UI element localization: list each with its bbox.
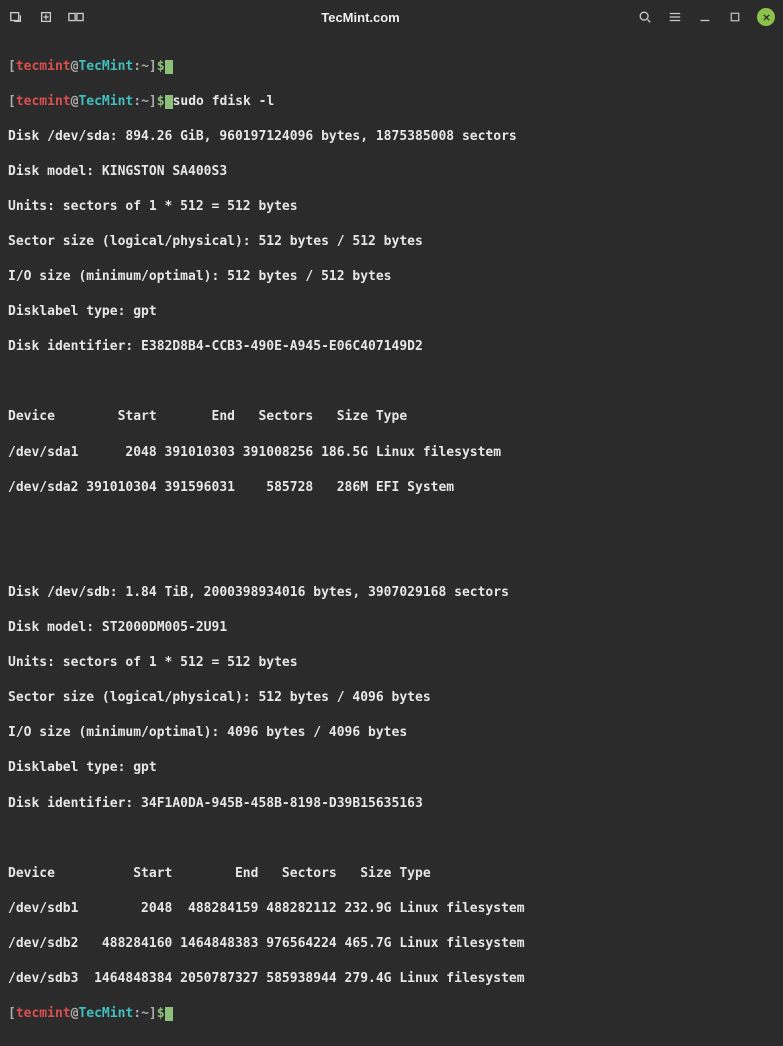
prompt-user: tecmint bbox=[16, 94, 71, 109]
disk-b-header: Disk /dev/sdb: 1.84 TiB, 2000398934016 b… bbox=[8, 584, 775, 602]
prompt-close: ] bbox=[149, 1006, 157, 1021]
prompt-close: ] bbox=[149, 59, 157, 74]
titlebar-left-controls bbox=[8, 9, 84, 25]
prompt-line-2: [tecmint@TecMint:~]$sudo fdisk -l bbox=[8, 93, 775, 111]
disk-a-io: I/O size (minimum/optimal): 512 bytes / … bbox=[8, 268, 775, 286]
minimize-icon[interactable] bbox=[697, 9, 713, 25]
maximize-icon[interactable] bbox=[727, 9, 743, 25]
window-title: TecMint.com bbox=[84, 10, 637, 25]
blank-line bbox=[8, 549, 775, 567]
blank-line bbox=[8, 373, 775, 391]
new-tab-icon[interactable] bbox=[8, 9, 24, 25]
prompt-line-3: [tecmint@TecMint:~]$ bbox=[8, 1005, 775, 1023]
blank-line bbox=[8, 830, 775, 848]
titlebar-right-controls bbox=[637, 8, 775, 26]
disk-a-sector: Sector size (logical/physical): 512 byte… bbox=[8, 233, 775, 251]
disk-a-units: Units: sectors of 1 * 512 = 512 bytes bbox=[8, 198, 775, 216]
command-text: sudo fdisk -l bbox=[173, 94, 275, 109]
disk-a-header: Disk /dev/sda: 894.26 GiB, 960197124096 … bbox=[8, 128, 775, 146]
search-icon[interactable] bbox=[637, 9, 653, 25]
terminal-body[interactable]: [tecmint@TecMint:~]$ [tecmint@TecMint:~]… bbox=[0, 34, 783, 1046]
cursor-icon bbox=[165, 95, 173, 109]
prompt-user: tecmint bbox=[16, 1006, 71, 1021]
prompt-path: :~ bbox=[133, 94, 149, 109]
disk-a-ident: Disk identifier: E382D8B4-CCB3-490E-A945… bbox=[8, 338, 775, 356]
cursor-icon bbox=[165, 60, 173, 74]
prompt-host: TecMint bbox=[78, 94, 133, 109]
prompt-open: [ bbox=[8, 94, 16, 109]
prompt-dollar: $ bbox=[157, 1006, 165, 1021]
prompt-line-1: [tecmint@TecMint:~]$ bbox=[8, 58, 775, 76]
terminals-icon[interactable] bbox=[68, 9, 84, 25]
prompt-path: :~ bbox=[133, 1006, 149, 1021]
disk-a-model: Disk model: KINGSTON SA400S3 bbox=[8, 163, 775, 181]
prompt-path: :~ bbox=[133, 59, 149, 74]
new-window-icon[interactable] bbox=[38, 9, 54, 25]
menu-icon[interactable] bbox=[667, 9, 683, 25]
disk-b-sector: Sector size (logical/physical): 512 byte… bbox=[8, 689, 775, 707]
disk-b-ident: Disk identifier: 34F1A0DA-945B-458B-8198… bbox=[8, 795, 775, 813]
prompt-close: ] bbox=[149, 94, 157, 109]
prompt-user: tecmint bbox=[16, 59, 71, 74]
table-row: /dev/sda2 391010304 391596031 585728 286… bbox=[8, 479, 775, 497]
disk-a-table-header: Device Start End Sectors Size Type bbox=[8, 408, 775, 426]
table-row: /dev/sdb2 488284160 1464848383 976564224… bbox=[8, 935, 775, 953]
disk-b-units: Units: sectors of 1 * 512 = 512 bytes bbox=[8, 654, 775, 672]
disk-a-label: Disklabel type: gpt bbox=[8, 303, 775, 321]
blank-line bbox=[8, 514, 775, 532]
prompt-host: TecMint bbox=[78, 1006, 133, 1021]
prompt-host: TecMint bbox=[78, 59, 133, 74]
disk-b-io: I/O size (minimum/optimal): 4096 bytes /… bbox=[8, 724, 775, 742]
disk-b-table-header: Device Start End Sectors Size Type bbox=[8, 865, 775, 883]
prompt-at: @ bbox=[71, 1006, 79, 1021]
cursor-icon bbox=[165, 1007, 173, 1021]
disk-b-label: Disklabel type: gpt bbox=[8, 759, 775, 777]
prompt-open: [ bbox=[8, 1006, 16, 1021]
prompt-dollar: $ bbox=[157, 94, 165, 109]
window-titlebar: TecMint.com bbox=[0, 0, 783, 34]
table-row: /dev/sda1 2048 391010303 391008256 186.5… bbox=[8, 444, 775, 462]
prompt-dollar: $ bbox=[157, 59, 165, 74]
close-button[interactable] bbox=[757, 8, 775, 26]
prompt-open: [ bbox=[8, 59, 16, 74]
disk-b-model: Disk model: ST2000DM005-2U91 bbox=[8, 619, 775, 637]
table-row: /dev/sdb1 2048 488284159 488282112 232.9… bbox=[8, 900, 775, 918]
table-row: /dev/sdb3 1464848384 2050787327 58593894… bbox=[8, 970, 775, 988]
